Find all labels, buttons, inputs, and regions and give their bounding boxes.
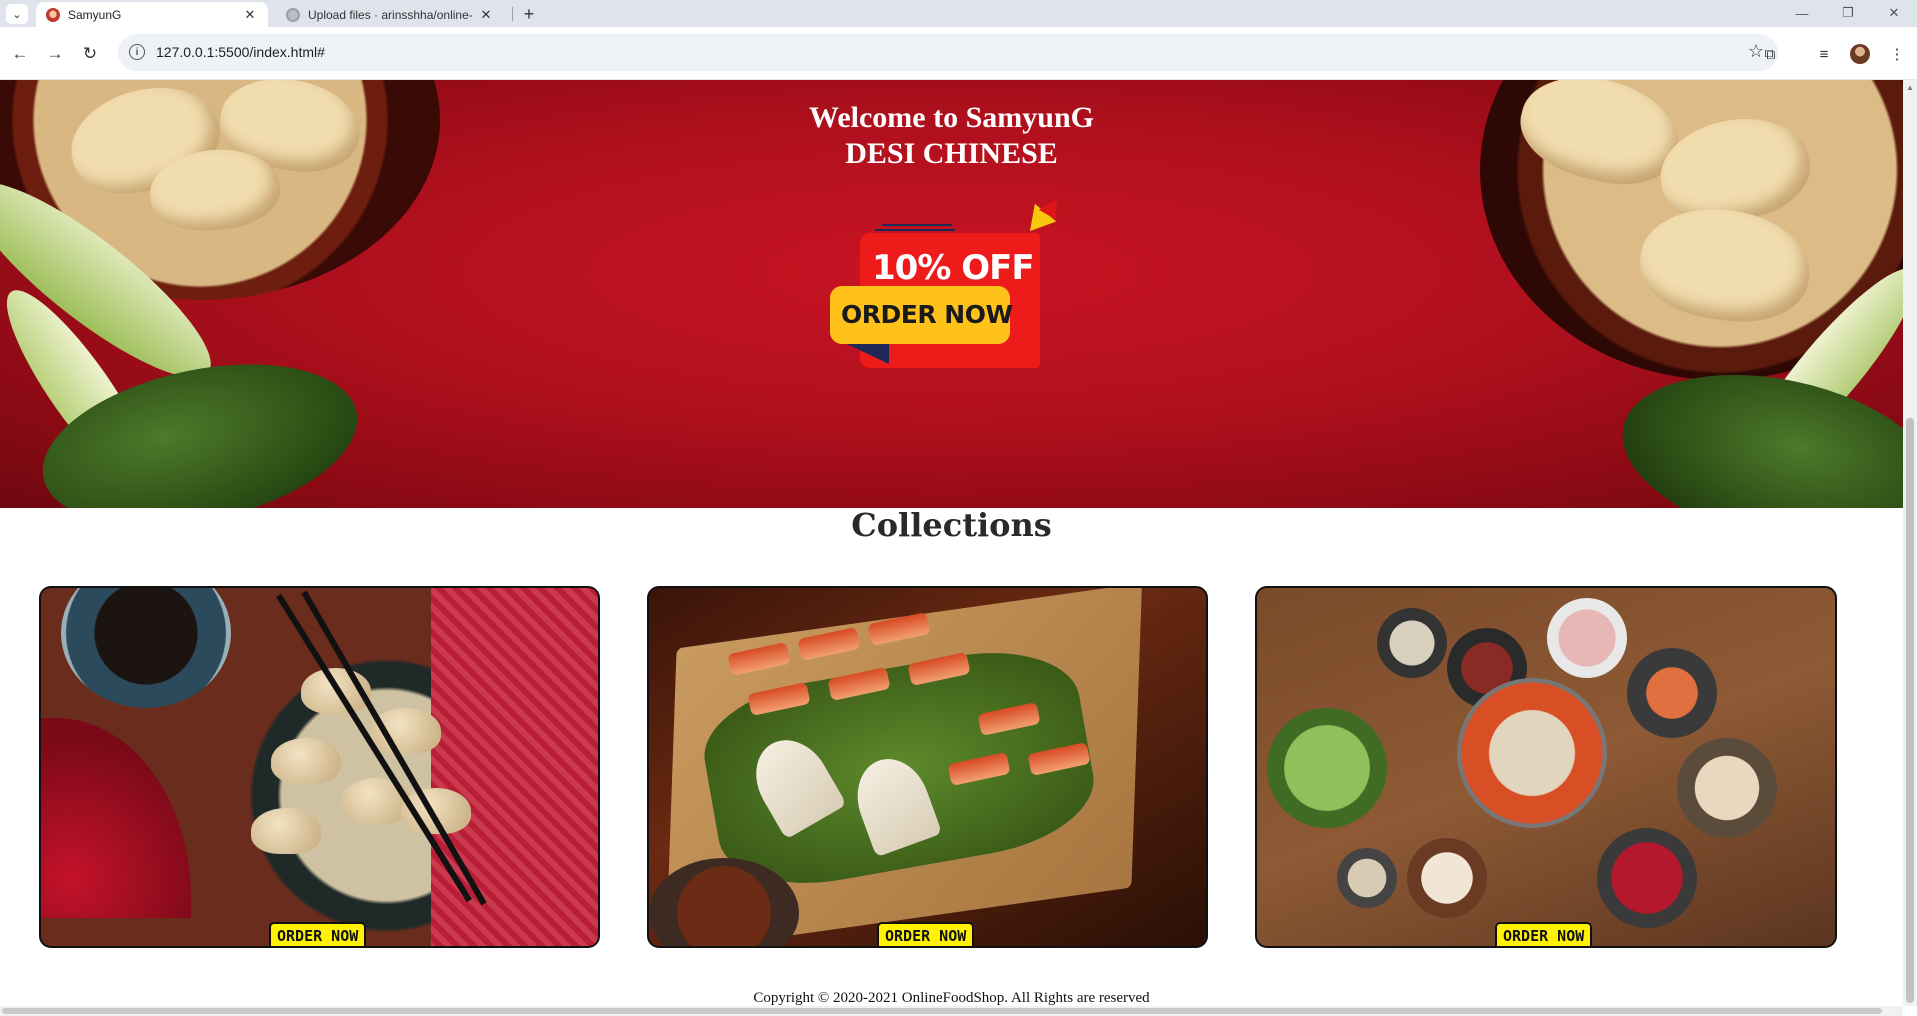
red-cloth-image: [431, 588, 598, 946]
footer-copyright: Copyright © 2020-2021 OnlineFoodShop. Al…: [753, 990, 1150, 1006]
vertical-scrollbar[interactable]: ▲: [1903, 80, 1917, 1006]
hotpot-image: [1457, 678, 1607, 828]
github-favicon-icon: [286, 7, 300, 22]
shrimp-plate-image: [1627, 648, 1717, 738]
collections-heading: Collections: [851, 506, 1052, 544]
collection-card-hotpot: ORDER NOW: [1255, 586, 1837, 948]
profile-avatar[interactable]: [1850, 44, 1870, 64]
hero-heading: Welcome to SamyunG DESI CHINESE: [0, 100, 1903, 172]
reload-button[interactable]: ↻: [78, 42, 102, 66]
url-text[interactable]: 127.0.0.1:5500/index.html#: [156, 44, 325, 60]
media-queue-icon: ≡: [1819, 45, 1829, 63]
tab-title: Upload files · arinsshha/online-: [308, 7, 473, 22]
soy-sauce-bowl-image: [61, 588, 231, 708]
close-tab-icon[interactable]: ✕: [478, 7, 494, 23]
hero-banner: Welcome to SamyunG DESI CHINESE 10% OFF …: [0, 80, 1903, 508]
collection-card-dumplings: ORDER NOW: [39, 586, 600, 948]
meatball-bowl-image: [1337, 848, 1397, 908]
scrollbar-thumb[interactable]: [2, 1008, 1882, 1014]
browser-menu-button[interactable]: ⋮: [1885, 42, 1909, 66]
media-controls-button[interactable]: ≡: [1812, 42, 1836, 66]
hero-cuisine-line: DESI CHINESE: [845, 137, 1058, 170]
hero-welcome-line: Welcome to SamyunG: [809, 101, 1094, 134]
close-icon: ✕: [1888, 5, 1900, 20]
arrow-right-icon: →: [46, 44, 64, 63]
close-window-button[interactable]: ✕: [1874, 3, 1914, 23]
extensions-button[interactable]: ⧉: [1758, 42, 1782, 66]
arrow-left-icon: ←: [11, 44, 29, 63]
forward-button[interactable]: →: [43, 42, 67, 66]
tab-github-upload[interactable]: Upload files · arinsshha/online- ✕: [276, 2, 504, 27]
order-now-button[interactable]: ORDER NOW: [877, 922, 975, 946]
site-favicon-icon: [46, 7, 60, 22]
horizontal-scrollbar[interactable]: [0, 1006, 1903, 1016]
back-button[interactable]: ←: [8, 42, 32, 66]
more-vertical-icon: ⋮: [1889, 46, 1905, 63]
site-info-icon[interactable]: i: [129, 44, 145, 60]
scrollbar-thumb[interactable]: [1906, 418, 1914, 1003]
minimize-icon: —: [1795, 5, 1809, 21]
collection-card-peking-duck: ORDER NOW: [647, 586, 1208, 948]
promo-discount-text: 10% OFF: [872, 248, 1035, 288]
tab-search-button[interactable]: ⌄: [6, 4, 28, 24]
decor-line: [882, 224, 952, 226]
browser-tab-strip: ⌄ SamyunG ✕ Upload files · arinsshha/onl…: [0, 0, 1917, 27]
plus-icon: +: [523, 3, 535, 24]
reload-icon: ↻: [82, 44, 98, 63]
plate-image: [1377, 608, 1447, 678]
new-tab-button[interactable]: +: [518, 3, 540, 25]
sliced-meat-plate-image: [1547, 598, 1627, 678]
scroll-up-icon[interactable]: ▲: [1906, 83, 1914, 92]
close-tab-icon[interactable]: ✕: [242, 7, 258, 23]
tab-samyung[interactable]: SamyunG ✕: [36, 2, 268, 27]
red-fan-image: [41, 718, 191, 918]
order-now-button[interactable]: ORDER NOW: [1495, 922, 1593, 946]
promo-order-badge[interactable]: 10% OFF ORDER NOW: [830, 194, 1090, 398]
address-bar[interactable]: i 127.0.0.1:5500/index.html# ☆: [118, 34, 1778, 71]
browser-toolbar: ← → ↻ i 127.0.0.1:5500/index.html# ☆ ⧉ ≡…: [0, 27, 1917, 80]
dumpling-image: [251, 808, 321, 854]
decor-line: [875, 229, 955, 231]
order-now-button[interactable]: ORDER NOW: [269, 922, 367, 946]
minimize-button[interactable]: —: [1782, 3, 1822, 23]
chevron-down-icon: ⌄: [12, 8, 22, 21]
red-meat-plate-image: [1597, 828, 1697, 928]
promo-order-now-text[interactable]: ORDER NOW: [841, 300, 1013, 329]
restore-icon: ❐: [1842, 5, 1854, 20]
dumpling-image: [271, 738, 341, 784]
tab-title: SamyunG: [68, 7, 122, 22]
restore-button[interactable]: ❐: [1828, 3, 1868, 23]
puzzle-icon: ⧉: [1764, 45, 1776, 63]
lettuce-image: [1267, 708, 1387, 828]
page-viewport: Welcome to SamyunG DESI CHINESE 10% OFF …: [0, 80, 1903, 1006]
scallop-plate-image: [1407, 838, 1487, 918]
mushroom-plate-image: [1677, 738, 1777, 838]
tab-separator: [512, 7, 513, 21]
